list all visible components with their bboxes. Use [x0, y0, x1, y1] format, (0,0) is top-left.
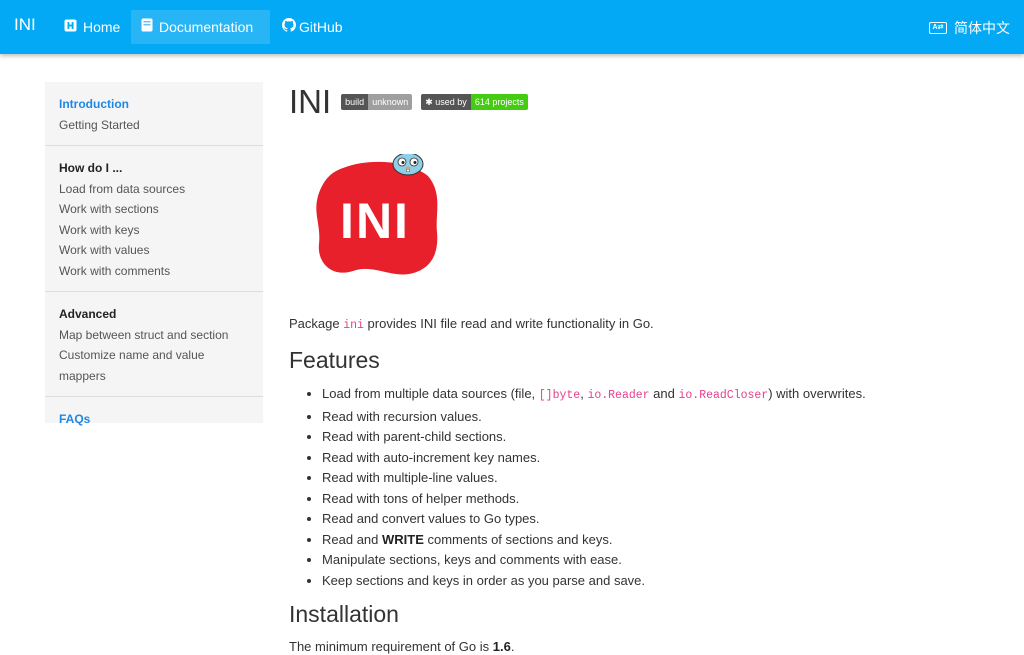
sidebar-item-faqs[interactable]: FAQs	[59, 409, 249, 430]
feature-code: io.ReadCloser	[678, 389, 769, 402]
sidebar-item-work-sections[interactable]: Work with sections	[59, 199, 249, 220]
book-icon	[141, 10, 153, 44]
list-item: Read and convert values to Go types.	[322, 509, 866, 530]
nav-home-label: Home	[83, 19, 121, 35]
requirement-version: 1.6	[492, 639, 511, 654]
intro-code: ini	[343, 319, 364, 332]
language-label: 简体中文	[954, 20, 1010, 36]
main-content: INI build unknown ✱ used by 614 projects…	[289, 82, 1009, 654]
list-item: Load from multiple data sources (file, […	[322, 384, 866, 407]
nav-home[interactable]: Home	[54, 10, 130, 44]
github-icon	[282, 10, 296, 44]
features-heading: Features	[289, 347, 380, 373]
sidebar-item-customize-mappers[interactable]: Customize name and value mappers	[59, 345, 249, 386]
used-by-badge-label: ✱ used by	[421, 94, 471, 110]
title-row: INI build unknown ✱ used by 614 projects	[289, 82, 1009, 122]
requirement-text-post: .	[510, 639, 515, 654]
feature-text: ) with overwrites.	[768, 386, 866, 401]
language-switcher[interactable]: A⇄ 简体中文	[929, 18, 1010, 38]
intro-paragraph: Package ini provides INI file read and w…	[289, 316, 654, 332]
sidebar-group-advanced: Advanced Map between struct and section …	[45, 292, 263, 397]
nav-documentation[interactable]: Documentation	[131, 10, 270, 44]
asterisk-icon: ✱	[425, 97, 433, 107]
list-item: Read with auto-increment key names.	[322, 448, 866, 469]
list-item: Read with parent-child sections.	[322, 427, 866, 448]
feature-code: []byte	[538, 389, 581, 402]
list-item: Keep sections and keys in order as you p…	[322, 571, 866, 592]
sidebar-group-faqs: FAQs	[45, 397, 263, 440]
used-by-badge-label-text: used by	[435, 97, 467, 107]
features-list: Load from multiple data sources (file, […	[303, 384, 866, 591]
used-by-badge[interactable]: ✱ used by 614 projects	[421, 94, 528, 110]
list-item: Read with tons of helper methods.	[322, 489, 866, 510]
translate-icon: A⇄	[929, 22, 947, 34]
sidebar: Introduction Getting Started How do I ..…	[45, 82, 263, 426]
used-by-badge-count: 614 projects	[470, 94, 528, 110]
ini-logo: INI	[313, 152, 438, 279]
page-title: INI	[289, 83, 332, 120]
sidebar-item-work-values[interactable]: Work with values	[59, 240, 249, 261]
intro-text-pre: Package	[289, 316, 344, 331]
top-navbar: INI Home Documentation GitHub A⇄ 简体中文	[0, 0, 1024, 54]
build-badge-label: build	[341, 94, 369, 110]
sidebar-item-work-keys[interactable]: Work with keys	[59, 220, 249, 241]
nav-github[interactable]: GitHub	[272, 10, 353, 44]
sidebar-group-introduction: Introduction Getting Started	[45, 82, 263, 146]
sidebar-item-introduction[interactable]: Introduction	[59, 94, 249, 115]
requirement-text: The minimum requirement of Go is	[289, 639, 493, 654]
feature-text: Read and	[322, 531, 382, 547]
build-badge-status: unknown	[368, 94, 413, 110]
gopher-icon	[392, 152, 424, 176]
list-item: Manipulate sections, keys and comments w…	[322, 550, 866, 571]
sidebar-item-getting-started[interactable]: Getting Started	[59, 115, 249, 136]
feature-bold: WRITE	[382, 531, 424, 547]
intro-text-post: provides INI file read and write functio…	[363, 316, 654, 331]
list-item: Read and WRITE comments of sections and …	[322, 530, 866, 551]
feature-code: io.Reader	[587, 389, 650, 402]
nav-documentation-label: Documentation	[159, 19, 254, 35]
nav-github-label: GitHub	[299, 19, 343, 35]
installation-heading: Installation	[289, 601, 399, 627]
sidebar-item-load-data-sources[interactable]: Load from data sources	[59, 179, 249, 200]
feature-text: Load from multiple data sources (file,	[322, 386, 539, 401]
feature-text: comments of sections and keys.	[423, 531, 613, 547]
sidebar-item-map-struct[interactable]: Map between struct and section	[59, 325, 249, 346]
requirement-paragraph: The minimum requirement of Go is 1.6.	[289, 639, 514, 654]
logo-text: INI	[340, 193, 410, 249]
sidebar-item-work-comments[interactable]: Work with comments	[59, 261, 249, 282]
sidebar-heading-advanced: Advanced	[59, 307, 117, 321]
feature-text: and	[649, 386, 679, 401]
sidebar-heading-how-do-i: How do I ...	[59, 161, 123, 175]
brand-logo[interactable]: INI	[14, 15, 36, 35]
list-item: Read with multiple-line values.	[322, 468, 866, 489]
sidebar-group-how-do-i: How do I ... Load from data sources Work…	[45, 146, 263, 292]
home-icon	[64, 10, 77, 44]
build-badge[interactable]: build unknown	[341, 94, 413, 110]
list-item: Read with recursion values.	[322, 407, 866, 428]
